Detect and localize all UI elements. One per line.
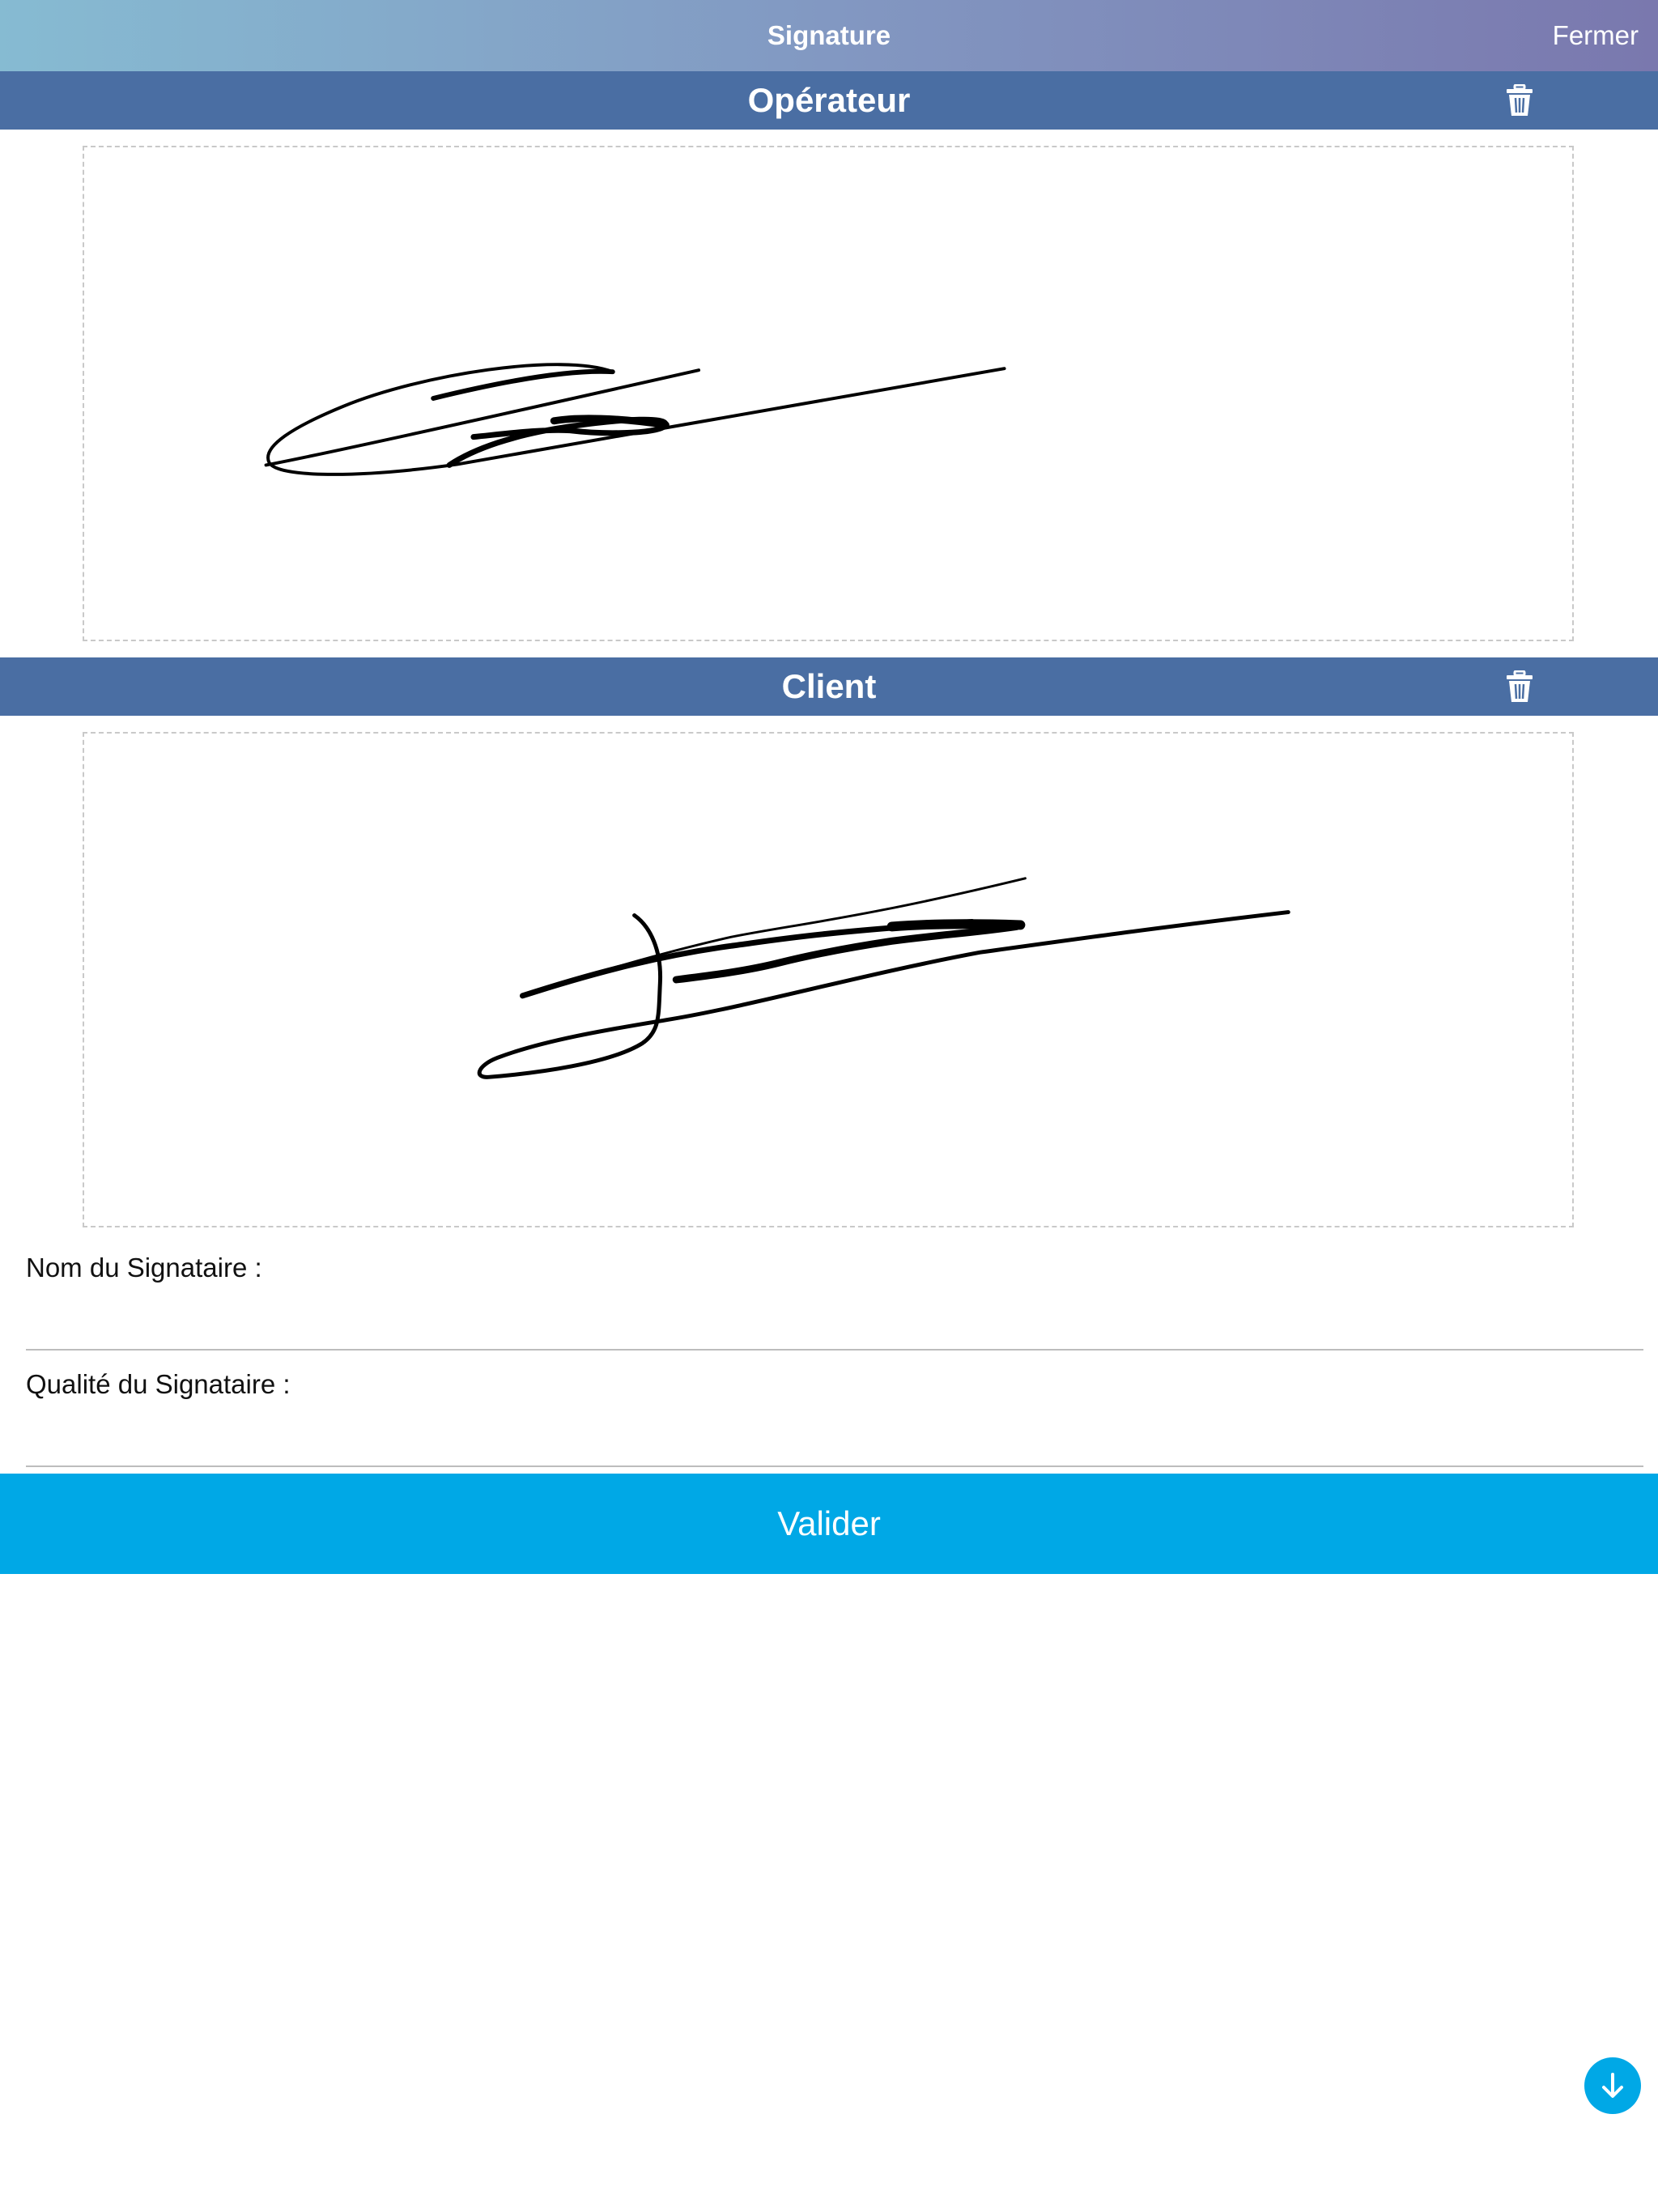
operator-signature-pad[interactable] bbox=[83, 146, 1574, 641]
signer-name-label: Nom du Signataire : bbox=[26, 1253, 262, 1283]
signer-quality-input[interactable] bbox=[26, 1422, 1643, 1467]
client-signature-pad[interactable] bbox=[83, 732, 1574, 1227]
client-section-title: Client bbox=[781, 667, 877, 705]
scroll-down-button[interactable] bbox=[1584, 2057, 1641, 2114]
validate-button[interactable]: Valider bbox=[0, 1474, 1658, 1574]
top-bar: Signature Fermer bbox=[0, 0, 1658, 71]
operator-section-title: Opérateur bbox=[747, 81, 911, 119]
trash-icon[interactable] bbox=[1506, 670, 1533, 703]
operator-signature-drawing bbox=[264, 363, 1006, 476]
page-title: Signature bbox=[767, 20, 891, 50]
signer-quality-label: Qualité du Signataire : bbox=[26, 1369, 291, 1399]
trash-icon[interactable] bbox=[1506, 83, 1533, 117]
client-section-header: Client bbox=[0, 657, 1658, 716]
arrow-down-circle-icon bbox=[1602, 2073, 1623, 2098]
signer-name-input[interactable] bbox=[26, 1305, 1643, 1351]
close-button[interactable]: Fermer bbox=[1553, 0, 1639, 71]
client-signature-drawing bbox=[477, 877, 1290, 1079]
operator-section-header: Opérateur bbox=[0, 71, 1658, 130]
